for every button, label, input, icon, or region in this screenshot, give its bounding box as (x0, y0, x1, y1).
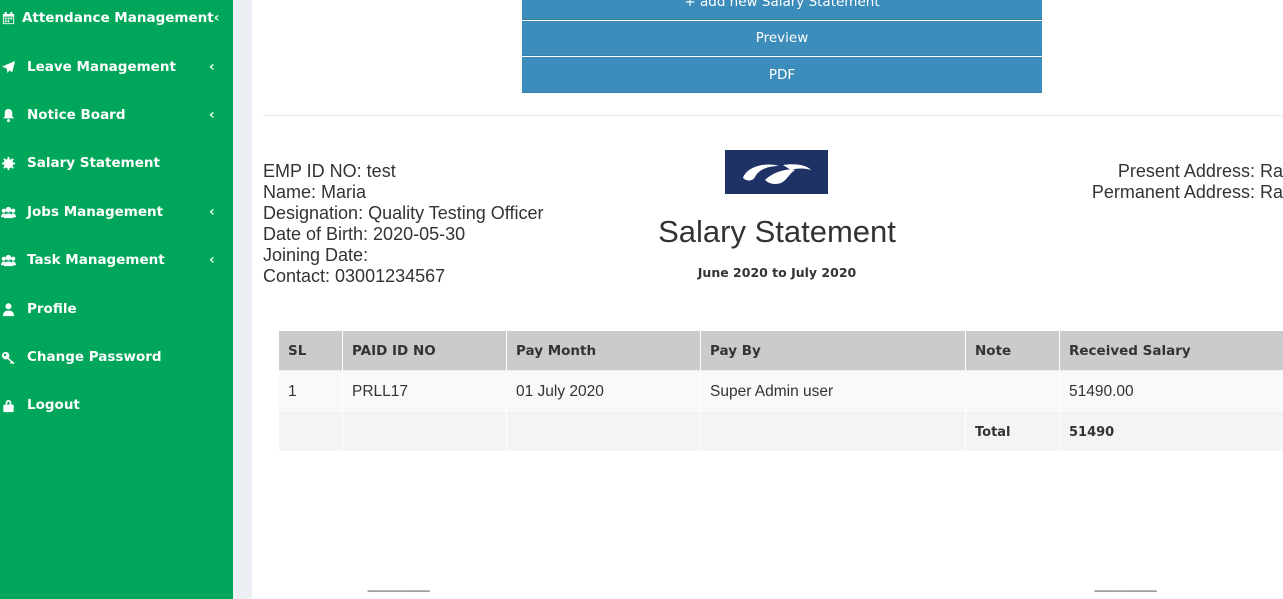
pdf-button[interactable]: PDF (522, 57, 1042, 93)
divider (263, 115, 1283, 116)
chevron-left-icon: ‹ (213, 10, 220, 26)
sidebar-item-label: Logout (27, 397, 80, 413)
table-header-row: SL PAID ID NO Pay Month Pay By Note Rece… (279, 331, 1283, 371)
sidebar-item-label: Change Password (27, 349, 162, 365)
col-pay-month: Pay Month (506, 331, 701, 371)
calendar-icon (0, 11, 22, 26)
cell-note (965, 370, 1060, 413)
sidebar-item-jobs-management[interactable]: Jobs Management ‹ (0, 188, 233, 236)
sidebar-item-notice-board[interactable]: Notice Board ‹ (0, 91, 233, 139)
sidebar-item-task-management[interactable]: Task Management ‹ (0, 236, 233, 284)
sidebar-item-logout[interactable]: Logout (0, 381, 233, 429)
col-paid-id: PAID ID NO (342, 331, 507, 371)
users-icon (0, 253, 27, 268)
total-label: Total (965, 412, 1060, 451)
sidebar-item-change-password[interactable]: Change Password (0, 333, 233, 381)
cell-pay-by: Super Admin user (700, 370, 966, 413)
chevron-left-icon: ‹ (209, 107, 215, 123)
total-value: 51490 (1059, 412, 1283, 451)
emp-name: Name: Maria (263, 182, 367, 202)
salary-table: SL PAID ID NO Pay Month Pay By Note Rece… (279, 331, 1283, 451)
paper-plane-icon (0, 60, 27, 75)
emp-id: EMP ID NO: test (263, 161, 396, 181)
sidebar-item-label: Salary Statement (27, 155, 160, 171)
user-icon (0, 302, 27, 317)
company-logo (725, 150, 828, 194)
add-salary-statement-button[interactable]: + add new Salary Statement (522, 0, 1042, 20)
cell-received-salary: 51490.00 (1059, 370, 1283, 413)
sidebar-item-label: Attendance Management (21, 10, 214, 26)
chevron-left-icon: ‹ (209, 252, 215, 268)
emp-contact: Contact: 03001234567 (263, 266, 446, 286)
signature-line-left: --------------------- (367, 584, 430, 597)
sidebar-item-attendance-management[interactable]: Attendance Management ‹ (0, 0, 233, 42)
present-address: Present Address: Rawalpindi (1117, 161, 1283, 181)
employee-address: Present Address: Rawalpindi Permanent Ad… (1028, 161, 1283, 203)
col-note: Note (965, 331, 1060, 371)
bell-icon (0, 108, 27, 123)
pdf-button-label: PDF (768, 66, 796, 83)
statement-period: June 2020 to July 2020 (697, 265, 857, 280)
cell-pay-month: 01 July 2020 (506, 370, 701, 413)
gear-icon (0, 156, 27, 171)
sidebar-item-label: Profile (27, 301, 77, 317)
cell-sl: 1 (279, 370, 343, 413)
employee-info: EMP ID NO: test Name: Maria Designation:… (263, 161, 543, 287)
key-icon (0, 350, 27, 365)
cell-paid-id: PRLL17 (342, 370, 507, 413)
emp-dob: Date of Birth: 2020-05-30 (263, 224, 466, 244)
total-row: Total 51490 (279, 412, 1283, 451)
col-received-salary: Received Salary (1059, 331, 1283, 371)
signature-line-right: --------------------- (1094, 584, 1157, 597)
statement-title: Salary Statement (658, 214, 896, 249)
table-row: 1 PRLL17 01 July 2020 Super Admin user 5… (279, 370, 1283, 413)
lock-icon (0, 398, 27, 413)
chevron-left-icon: ‹ (209, 59, 215, 75)
sidebar-item-label: Leave Management (27, 59, 176, 75)
sidebar: Attendance Management ‹ Leave Management… (0, 0, 233, 599)
users-icon (0, 205, 27, 220)
chevron-left-icon: ‹ (209, 204, 215, 220)
add-button-label: + add new Salary Statement (684, 0, 880, 10)
preview-button-label: Preview (755, 30, 809, 46)
sidebar-item-profile[interactable]: Profile (0, 285, 233, 333)
sidebar-item-label: Jobs Management (27, 204, 164, 220)
sidebar-item-label: Notice Board (27, 107, 126, 123)
col-sl: SL (279, 331, 343, 371)
col-pay-by: Pay By (700, 331, 966, 371)
salary-statement-panel: + add new Salary Statement Preview PDF E… (252, 0, 1283, 599)
sidebar-item-salary-statement[interactable]: Salary Statement (0, 139, 233, 187)
sidebar-item-leave-management[interactable]: Leave Management ‹ (0, 43, 233, 91)
content-gutter (233, 0, 252, 599)
preview-button[interactable]: Preview (522, 21, 1042, 56)
emp-designation: Designation: Quality Testing Officer (263, 203, 544, 223)
emp-joining-date: Joining Date: (263, 245, 369, 265)
sidebar-item-label: Task Management (27, 252, 165, 268)
permanent-address: Permanent Address: Rawalpindi (1091, 182, 1283, 202)
